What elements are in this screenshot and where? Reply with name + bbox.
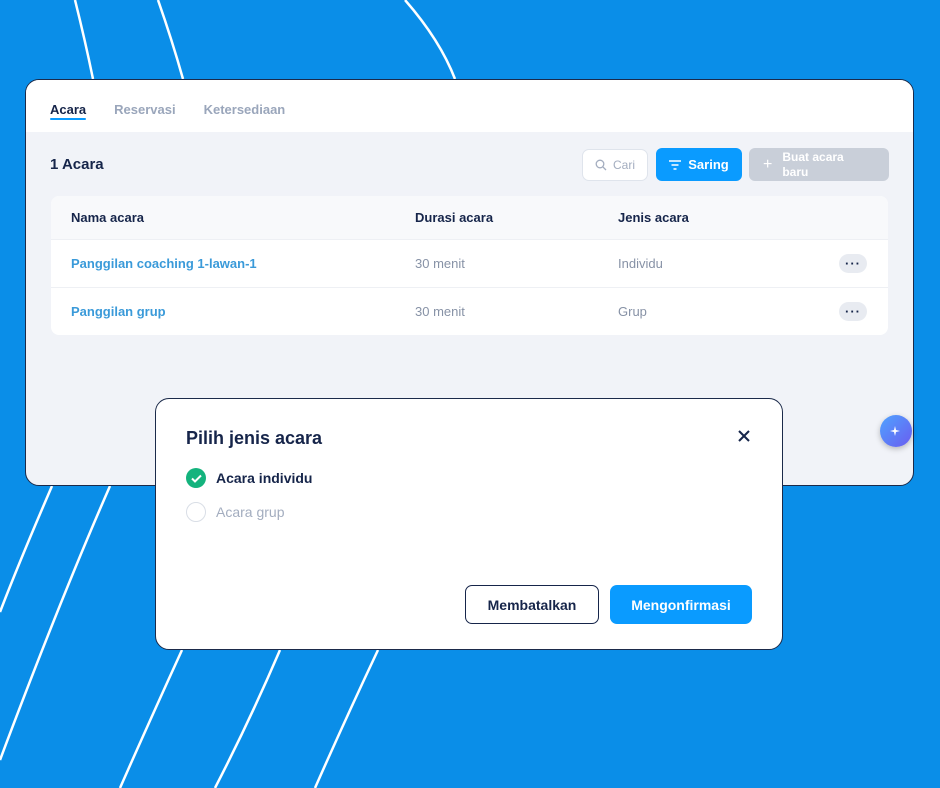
dialog-title: Pilih jenis acara xyxy=(186,428,323,448)
tab-bar: Acara Reservasi Ketersediaan xyxy=(26,80,913,132)
event-name-link[interactable]: Panggilan coaching 1-lawan-1 xyxy=(71,256,257,271)
event-type: Individu xyxy=(618,256,663,271)
header-duration: Durasi acara xyxy=(415,210,494,225)
radio-unchecked-icon[interactable] xyxy=(186,502,206,522)
create-event-button[interactable]: + Buat acara baru xyxy=(749,148,889,181)
cancel-button[interactable]: Membatalkan xyxy=(465,585,599,624)
more-options-button[interactable]: ··· xyxy=(839,302,867,321)
search-icon xyxy=(595,159,607,171)
table-row[interactable]: Panggilan coaching 1-lawan-1 30 menit In… xyxy=(51,239,888,287)
header-name: Nama acara xyxy=(71,210,144,225)
search-input[interactable]: Cari xyxy=(582,149,648,181)
tab-reservasi[interactable]: Reservasi xyxy=(114,102,175,132)
confirm-button[interactable]: Mengonfirmasi xyxy=(610,585,752,624)
filter-button[interactable]: Saring xyxy=(656,148,742,181)
events-table: Nama acara Durasi acara Jenis acara Pang… xyxy=(51,196,888,335)
plus-icon: + xyxy=(763,156,773,173)
search-placeholder: Cari xyxy=(613,158,636,172)
close-button[interactable] xyxy=(734,426,754,446)
more-options-button[interactable]: ··· xyxy=(839,254,867,273)
create-event-label: Buat acara baru xyxy=(782,149,844,179)
tab-acara[interactable]: Acara xyxy=(50,102,87,132)
option-group[interactable]: Acara grup xyxy=(186,502,284,522)
tab-ketersediaan[interactable]: Ketersediaan xyxy=(204,102,286,132)
filter-label: Saring xyxy=(688,157,729,172)
filter-icon xyxy=(669,159,682,170)
event-count: 1 Acara xyxy=(50,156,104,173)
radio-checked-icon[interactable] xyxy=(186,468,206,488)
event-duration: 30 menit xyxy=(415,256,465,271)
table-header: Nama acara Durasi acara Jenis acara xyxy=(51,196,888,239)
check-icon xyxy=(190,474,202,483)
event-type-dialog: Pilih jenis acara Acara individu Acara g… xyxy=(155,398,783,650)
event-duration: 30 menit xyxy=(415,304,465,319)
option-individual[interactable]: Acara individu xyxy=(186,468,312,488)
event-type: Grup xyxy=(618,304,647,319)
table-row[interactable]: Panggilan grup 30 menit Grup ··· xyxy=(51,287,888,335)
option-individual-label: Acara individu xyxy=(216,470,313,486)
sparkle-icon xyxy=(890,426,900,436)
header-type: Jenis acara xyxy=(618,210,689,225)
toolbar: 1 Acara Cari Saring + Buat acara baru xyxy=(26,132,913,196)
event-name-link[interactable]: Panggilan grup xyxy=(71,304,166,319)
close-icon xyxy=(738,430,750,442)
option-group-label: Acara grup xyxy=(216,504,285,520)
assistant-fab-button[interactable] xyxy=(880,415,912,447)
